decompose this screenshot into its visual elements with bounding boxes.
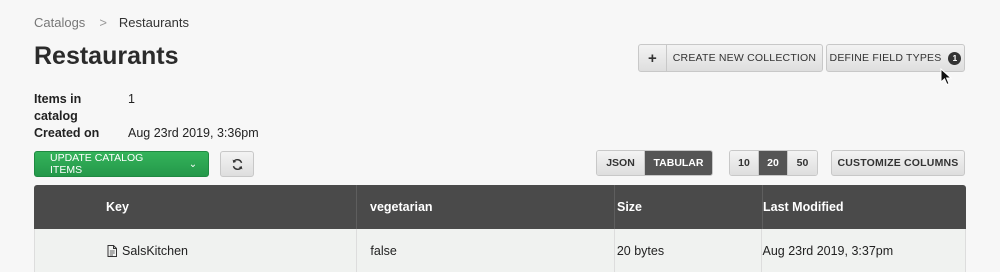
create-new-collection-label: CREATE NEW COLLECTION [672, 52, 817, 64]
catalog-items-table: Key vegetarian Size Last Modified SalsKi… [34, 185, 966, 272]
meta-value: Aug 23rd 2019, 3:36pm [128, 126, 259, 140]
cell-key[interactable]: SalsKitchen [35, 229, 358, 272]
column-header-size[interactable]: Size [615, 185, 763, 229]
item-key-link[interactable]: SalsKitchen [122, 244, 188, 258]
format-option-json[interactable]: JSON [597, 151, 645, 175]
table-header: Key vegetarian Size Last Modified [34, 185, 966, 229]
meta-label: Created on [34, 126, 100, 140]
format-option-tabular[interactable]: TABULAR [645, 151, 712, 175]
table-row[interactable]: SalsKitchen false 20 bytes Aug 23rd 2019… [34, 229, 966, 272]
column-header-key[interactable]: Key [34, 185, 357, 229]
define-field-types-label: DEFINE FIELD TYPES [829, 52, 942, 64]
column-header-vegetarian[interactable]: vegetarian [357, 185, 615, 229]
customize-columns-button[interactable]: CUSTOMIZE COLUMNS [831, 150, 965, 176]
page-size-selector: 10 20 50 [729, 150, 818, 176]
catalog-meta: Items in catalog 1 Created on Aug 23rd 2… [34, 91, 259, 142]
breadcrumb-separator: > [99, 15, 107, 30]
count-badge: 1 [948, 51, 962, 65]
meta-row-items: Items in catalog 1 [34, 91, 259, 125]
refresh-button[interactable] [220, 151, 254, 177]
page-size-20[interactable]: 20 [759, 151, 788, 175]
update-catalog-items-button[interactable]: UPDATE CATALOG ITEMS ⌄ [34, 151, 209, 177]
plus-icon: + [639, 45, 667, 71]
view-format-toggle: JSON TABULAR [596, 150, 713, 176]
breadcrumb-link-catalogs[interactable]: Catalogs [34, 15, 85, 30]
cell-size: 20 bytes [615, 229, 763, 272]
meta-row-created: Created on Aug 23rd 2019, 3:36pm [34, 125, 259, 142]
page-title: Restaurants [34, 42, 179, 70]
meta-value: 1 [128, 92, 135, 106]
mouse-pointer-icon [940, 68, 953, 86]
breadcrumb-current: Restaurants [118, 15, 189, 30]
column-header-last-modified[interactable]: Last Modified [763, 185, 966, 229]
page-size-10[interactable]: 10 [730, 151, 759, 175]
cell-vegetarian: false [357, 229, 615, 272]
page-size-50[interactable]: 50 [788, 151, 817, 175]
refresh-icon [232, 158, 242, 170]
meta-label: Items in catalog [34, 92, 82, 123]
document-icon [107, 245, 117, 257]
update-catalog-items-label: UPDATE CATALOG ITEMS [50, 152, 144, 176]
breadcrumb: Catalogs > Restaurants [34, 15, 189, 30]
cell-last-modified: Aug 23rd 2019, 3:37pm [762, 244, 894, 258]
create-new-collection-button[interactable]: + CREATE NEW COLLECTION [638, 44, 823, 72]
chevron-down-icon[interactable]: ⌄ [178, 159, 208, 170]
